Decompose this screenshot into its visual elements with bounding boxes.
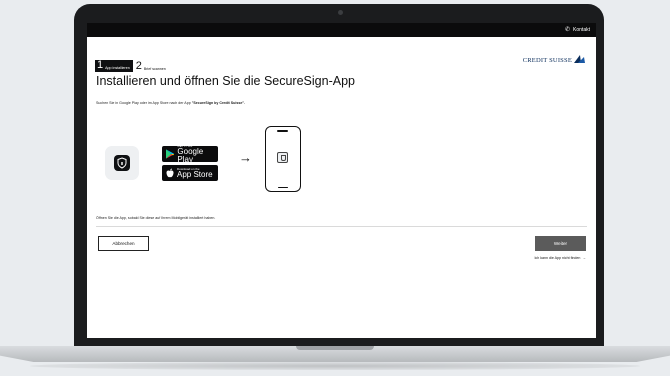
step-number: 2 [135,60,142,72]
phone-icon: ✆ [565,27,571,33]
instruction-app-name: "SecureSign by Credit Suisse". [191,101,246,105]
laptop-base-notch [296,346,374,350]
instruction-text: Suchen Sie in Google Play oder im App St… [96,101,245,105]
hint-text: Öffnen Sie die App, sobald Sie diese auf… [96,216,216,220]
laptop-shadow [30,362,640,370]
next-button[interactable]: Weiter [535,236,586,251]
screen-bottom-bezel [87,338,596,346]
phone-notch [277,130,288,132]
cancel-button[interactable]: Abbrechen [98,236,149,251]
stepper: 1 App installieren 2 Brief scannen [95,60,166,72]
apple-badge-big: App Store [177,169,213,179]
camera-icon [338,10,343,15]
step-1: 1 App installieren [95,60,133,72]
credit-suisse-logo: CREDIT SUISSE [523,54,586,64]
arrow-right-icon: → [239,150,252,165]
page-title: Installieren und öffnen Sie die SecureSi… [96,74,355,88]
google-badge-big: Google Play [177,146,204,164]
apple-badge-text: Download on the App Store [177,167,213,179]
apple-icon [166,168,174,178]
step-number: 1 [97,59,104,71]
phone-home-indicator [278,186,288,188]
google-badge-text: GET IT ON Google Play [177,144,218,164]
instruction-prefix: Suchen Sie in Google Play oder im App St… [96,101,192,105]
securesign-app-icon [105,146,139,180]
cant-find-app-link[interactable]: Ich kann die App nicht finden → [534,256,586,260]
app-store-badge[interactable]: Download on the App Store [162,165,218,181]
cant-find-label: Ich kann die App nicht finden [534,256,581,260]
arrow-right-icon: → [582,256,586,260]
google-play-icon [166,149,175,159]
sails-icon [574,55,585,63]
divider [96,226,587,227]
top-bar: ✆ Kontakt [87,23,596,37]
app-icon-inner [114,155,130,171]
step-label: App installieren [105,66,130,70]
smartphone-illustration [265,126,301,192]
logo-text: CREDIT SUISSE [522,57,572,64]
shield-lock-icon [117,157,127,169]
phone-app-icon [277,152,288,163]
browser-screen: ✆ Kontakt 1 App installieren 2 Brief sca… [87,23,596,346]
step-label: Brief scannen [143,67,166,71]
step-2: 2 Brief scannen [133,60,166,72]
contact-link[interactable]: ✆ Kontakt [565,27,590,33]
contact-label: Kontakt [573,27,590,33]
google-play-badge[interactable]: GET IT ON Google Play [162,144,218,164]
